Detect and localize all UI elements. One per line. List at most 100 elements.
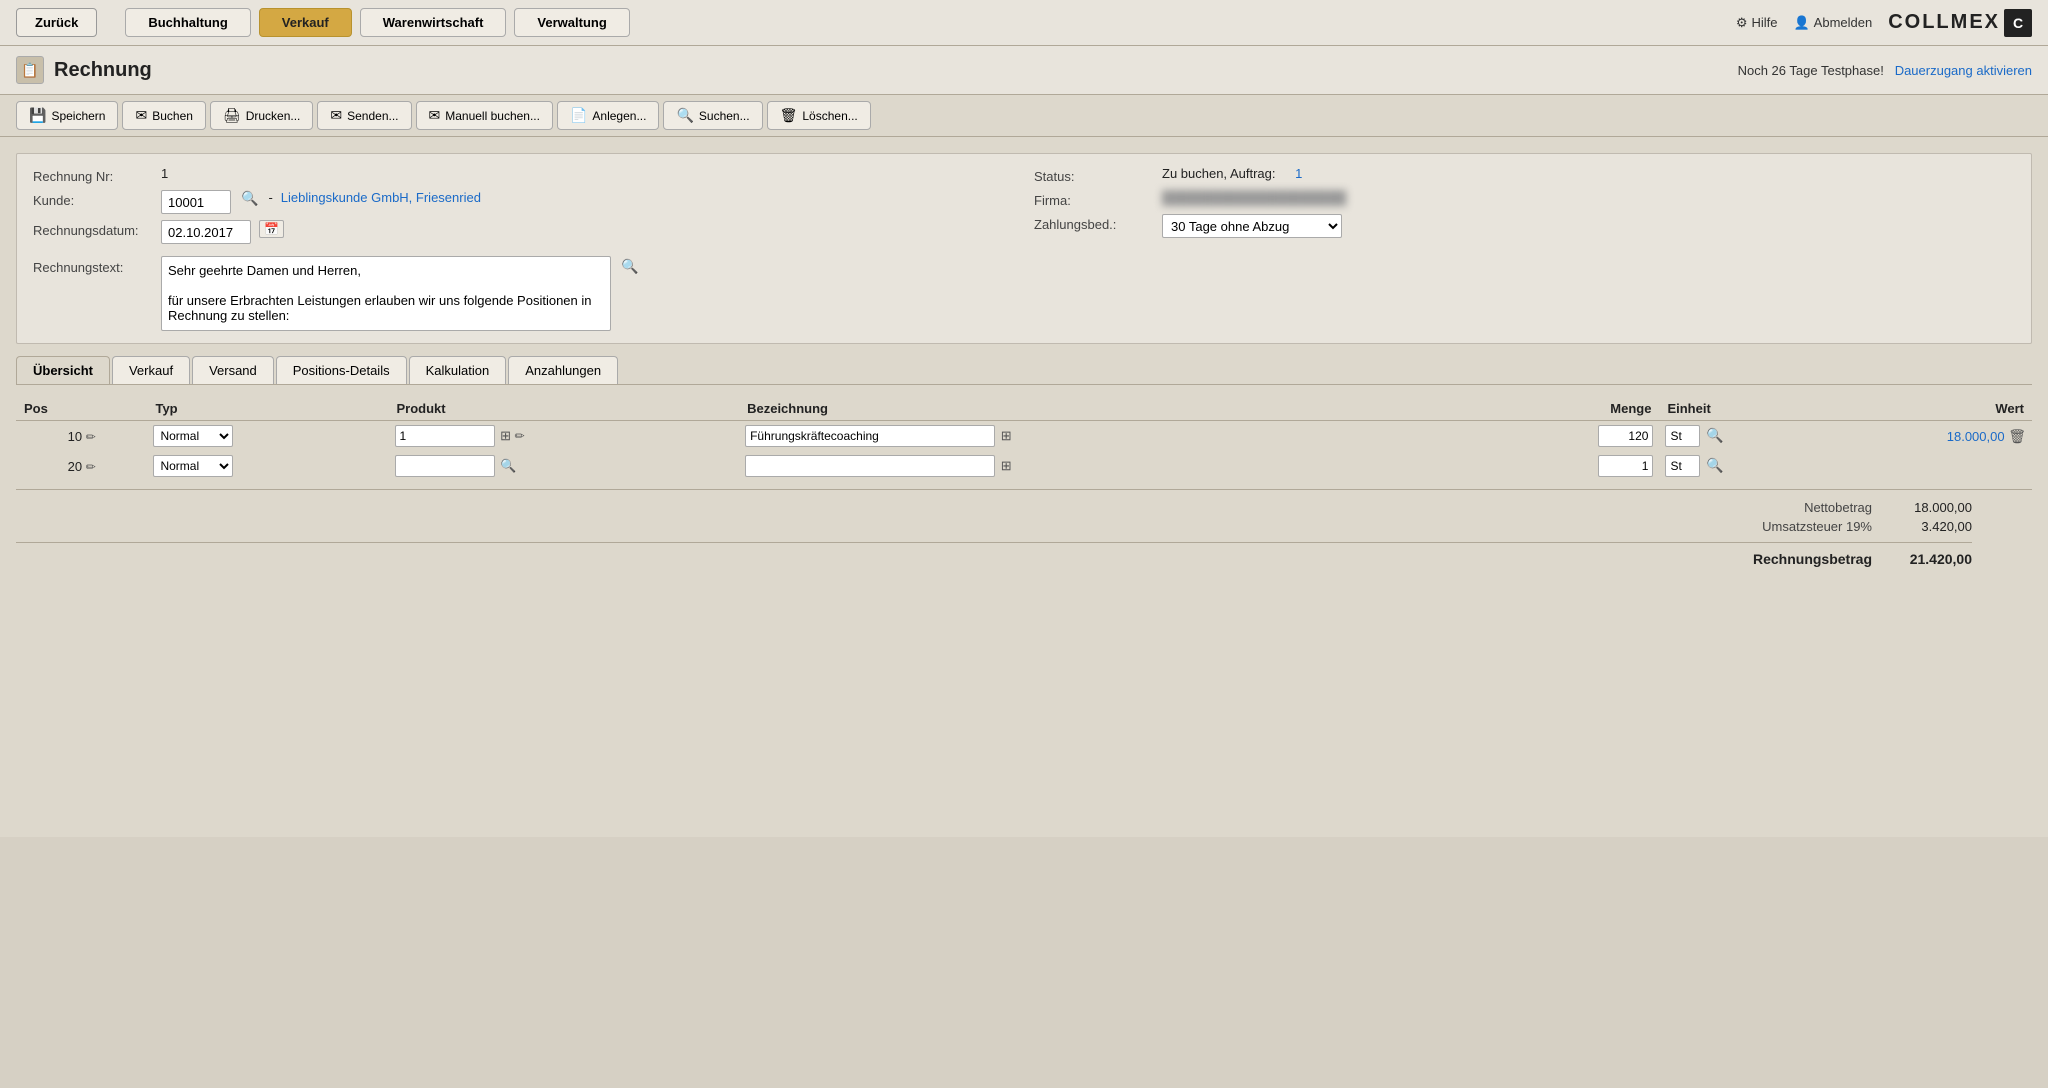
- tab-versand[interactable]: Versand: [192, 356, 274, 384]
- logo-icon: C: [2004, 9, 2032, 37]
- nav-verkauf[interactable]: Verkauf: [259, 8, 352, 37]
- pos-cell-2: 20 ✏: [16, 451, 147, 481]
- tab-uebersicht[interactable]: Übersicht: [16, 356, 110, 384]
- einheit-search-button-1[interactable]: 🔍: [1704, 427, 1725, 444]
- pos-number-1: 10: [68, 429, 82, 444]
- trial-link[interactable]: Dauerzugang aktivieren: [1895, 63, 2032, 78]
- loeschen-icon: 🗑: [780, 107, 798, 124]
- bezeichnung-cell-1: ⊞: [739, 421, 1506, 452]
- produkt-search-button-2[interactable]: 🔍: [500, 458, 516, 474]
- rechnung-nr-label: Rechnung Nr:: [33, 166, 153, 184]
- loeschen-button[interactable]: 🗑 Löschen...: [767, 101, 871, 130]
- einheit-cell-2: 🔍: [1659, 451, 1812, 481]
- einheit-input-2[interactable]: [1665, 455, 1700, 477]
- table-row: 20 ✏ Normal Titel Text Summe 🔍: [16, 451, 2032, 481]
- firma-row: Firma: ████████████████████: [1034, 190, 2015, 208]
- wert-link-1[interactable]: 18.000,00: [1947, 429, 2005, 444]
- page-title: Rechnung: [54, 59, 152, 82]
- typ-select-1[interactable]: Normal Titel Text Summe: [153, 425, 233, 447]
- drucken-icon: 🖨: [223, 107, 241, 124]
- form-grid: Rechnung Nr: 1 Kunde: 🔍 - Lieblingskunde…: [33, 166, 2015, 250]
- rechnungstext-input[interactable]: Sehr geehrte Damen und Herren, für unser…: [161, 256, 611, 331]
- help-link[interactable]: ⚙ Hilfe: [1736, 15, 1778, 31]
- typ-select-2[interactable]: Normal Titel Text Summe: [153, 455, 233, 477]
- col-einheit: Einheit: [1659, 397, 1812, 421]
- firma-value: ████████████████████: [1162, 190, 1346, 205]
- logout-link[interactable]: 👤 Abmelden: [1793, 15, 1872, 31]
- produkt-input-1[interactable]: [395, 425, 495, 447]
- save-button[interactable]: 💾 Speichern: [16, 101, 118, 130]
- col-pos: Pos: [16, 397, 147, 421]
- menge-input-2[interactable]: [1598, 455, 1653, 477]
- rechnungsdatum-label: Rechnungsdatum:: [33, 220, 153, 238]
- nav-right: ⚙ Hilfe 👤 Abmelden COLLMEX C: [1736, 9, 2032, 37]
- anlegen-button[interactable]: 📄 Anlegen...: [557, 101, 659, 130]
- tab-kalkulation[interactable]: Kalkulation: [409, 356, 507, 384]
- produkt-grid-button-1[interactable]: ⊞: [500, 428, 511, 444]
- senden-button[interactable]: ✉ Senden...: [317, 101, 411, 130]
- rechnungsbetrag-value: 21.420,00: [1892, 551, 1972, 567]
- form-right: Status: Zu buchen, Auftrag: 1 Firma: ███…: [1034, 166, 2015, 250]
- col-menge: Menge: [1506, 397, 1659, 421]
- bezeichnung-input-2[interactable]: [745, 455, 995, 477]
- tab-positions-details[interactable]: Positions-Details: [276, 356, 407, 384]
- rechnungsbetrag-label: Rechnungsbetrag: [1732, 551, 1872, 567]
- col-bezeichnung: Bezeichnung: [739, 397, 1506, 421]
- back-button[interactable]: Zurück: [16, 8, 97, 37]
- wert-cell-2: [1813, 451, 2032, 481]
- col-wert: Wert: [1813, 397, 2032, 421]
- drucken-button[interactable]: 🖨 Drucken...: [210, 101, 313, 130]
- status-link[interactable]: 1: [1295, 166, 1302, 181]
- rechnungstext-search-button[interactable]: 🔍: [619, 258, 640, 275]
- edit-pos-1-button[interactable]: ✏: [86, 430, 96, 444]
- kunde-name-link[interactable]: Lieblingskunde GmbH, Friesenried: [281, 190, 481, 205]
- pos-number-2: 20: [68, 459, 82, 474]
- page-icon: 📋: [16, 56, 44, 84]
- status-label: Status:: [1034, 166, 1154, 184]
- bezeichnung-search-button-2[interactable]: ⊞: [1001, 458, 1012, 474]
- nav-buchhaltung[interactable]: Buchhaltung: [125, 8, 250, 37]
- typ-cell-1: Normal Titel Text Summe: [147, 421, 388, 452]
- zahlungsbed-row: Zahlungsbed.: 30 Tage ohne Abzug Sofort …: [1034, 214, 2015, 238]
- help-icon: ⚙: [1736, 15, 1748, 31]
- buchen-button[interactable]: ✉ Buchen: [122, 101, 205, 130]
- nettobetrag-label: Nettobetrag: [1732, 500, 1872, 515]
- rechnungsdatum-row: Rechnungsdatum: 📅: [33, 220, 1014, 244]
- firma-label: Firma:: [1034, 190, 1154, 208]
- produkt-input-2[interactable]: [395, 455, 495, 477]
- edit-pos-2-button[interactable]: ✏: [86, 460, 96, 474]
- umsatzsteuer-label: Umsatzsteuer 19%: [1732, 519, 1872, 534]
- produkt-edit-button-1[interactable]: ✏: [515, 429, 525, 443]
- nav-left: Zurück Buchhaltung Verkauf Warenwirtscha…: [16, 8, 1728, 37]
- kunde-id-input[interactable]: [161, 190, 231, 214]
- totals-section: Nettobetrag 18.000,00 Umsatzsteuer 19% 3…: [16, 498, 2032, 569]
- delete-row-1-button[interactable]: 🗑: [2008, 428, 2026, 445]
- nettobetrag-row: Nettobetrag 18.000,00: [16, 498, 1972, 517]
- logo: COLLMEX C: [1888, 9, 2032, 37]
- rechnung-nr-row: Rechnung Nr: 1: [33, 166, 1014, 184]
- tab-anzahlungen[interactable]: Anzahlungen: [508, 356, 618, 384]
- bezeichnung-input-1[interactable]: [745, 425, 995, 447]
- pos-cell-1: 10 ✏: [16, 421, 147, 452]
- kunde-search-button[interactable]: 🔍: [239, 190, 260, 207]
- rechnungstext-label: Rechnungstext:: [33, 256, 153, 275]
- tab-verkauf[interactable]: Verkauf: [112, 356, 190, 384]
- einheit-input-1[interactable]: [1665, 425, 1700, 447]
- typ-cell-2: Normal Titel Text Summe: [147, 451, 388, 481]
- nav-warenwirtschaft[interactable]: Warenwirtschaft: [360, 8, 507, 37]
- menge-cell-1: [1506, 421, 1659, 452]
- top-navigation: Zurück Buchhaltung Verkauf Warenwirtscha…: [0, 0, 2048, 46]
- nav-verwaltung[interactable]: Verwaltung: [514, 8, 629, 37]
- bezeichnung-search-button-1[interactable]: ⊞: [1001, 428, 1012, 444]
- einheit-search-button-2[interactable]: 🔍: [1704, 457, 1725, 474]
- suchen-button[interactable]: 🔍 Suchen...: [663, 101, 762, 130]
- manuell-buchen-button[interactable]: ✉ Manuell buchen...: [416, 101, 553, 130]
- zahlungsbed-select[interactable]: 30 Tage ohne Abzug Sofort fällig 14 Tage…: [1162, 214, 1342, 238]
- calendar-button[interactable]: 📅: [259, 220, 284, 238]
- toolbar: 💾 Speichern ✉ Buchen 🖨 Drucken... ✉ Send…: [0, 95, 2048, 137]
- menge-input-1[interactable]: [1598, 425, 1653, 447]
- page-title-area: 📋 Rechnung: [16, 56, 152, 84]
- manuell-buchen-icon: ✉: [429, 107, 441, 124]
- rechnungsdatum-input[interactable]: [161, 220, 251, 244]
- col-typ: Typ: [147, 397, 388, 421]
